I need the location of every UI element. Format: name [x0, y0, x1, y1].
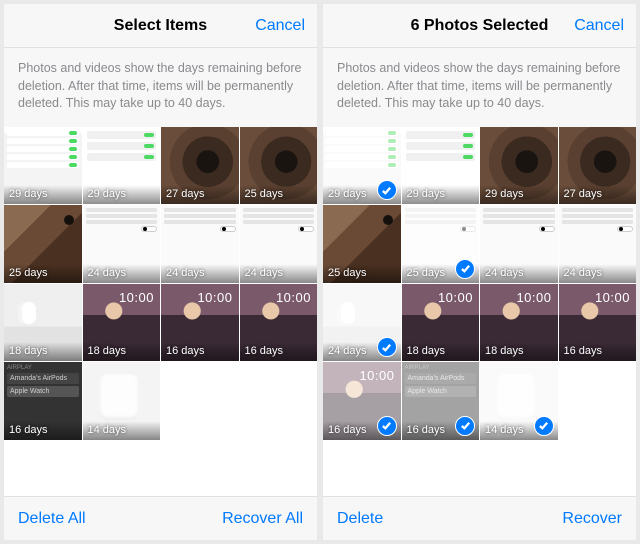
- days-remaining-label: 16 days: [4, 421, 82, 440]
- days-remaining-label: 29 days: [4, 185, 82, 204]
- photo-grid: 29 days29 days27 days25 days25 days24 da…: [4, 127, 317, 440]
- selected-check-icon: [377, 180, 397, 200]
- days-remaining-label: 29 days: [480, 185, 558, 204]
- cancel-button[interactable]: Cancel: [255, 17, 305, 35]
- photo-thumbnail[interactable]: 14 days: [480, 362, 558, 440]
- days-remaining-label: 16 days: [161, 342, 239, 361]
- spacer: [4, 440, 317, 497]
- empty-cell: [161, 362, 239, 440]
- photo-thumbnail[interactable]: 27 days: [559, 127, 637, 205]
- photo-thumbnail[interactable]: 25 days: [240, 127, 318, 205]
- recover-all-button[interactable]: Recover All: [222, 510, 303, 528]
- days-remaining-label: 29 days: [402, 185, 480, 204]
- selected-check-icon: [455, 259, 475, 279]
- photo-thumbnail[interactable]: 24 days: [323, 284, 401, 362]
- photo-thumbnail[interactable]: 24 days: [161, 205, 239, 283]
- photo-thumbnail[interactable]: 24 days: [240, 205, 318, 283]
- photo-thumbnail[interactable]: 24 days: [559, 205, 637, 283]
- photo-thumbnail[interactable]: 27 days: [161, 127, 239, 205]
- photo-thumbnail[interactable]: 29 days: [323, 127, 401, 205]
- days-remaining-label: 27 days: [559, 185, 637, 204]
- toolbar: Delete Recover: [323, 496, 636, 540]
- photo-thumbnail[interactable]: 10:0016 days: [323, 362, 401, 440]
- days-remaining-label: 25 days: [240, 185, 318, 204]
- nav-title: 6 Photos Selected: [411, 17, 549, 35]
- photo-thumbnail[interactable]: 10:0018 days: [83, 284, 161, 362]
- photo-thumbnail[interactable]: 29 days: [4, 127, 82, 205]
- days-remaining-label: 29 days: [83, 185, 161, 204]
- days-remaining-label: 24 days: [480, 264, 558, 283]
- days-remaining-label: 24 days: [161, 264, 239, 283]
- spacer: [323, 440, 636, 497]
- selected-check-icon: [377, 416, 397, 436]
- photo-thumbnail[interactable]: 18 days: [4, 284, 82, 362]
- photo-thumbnail[interactable]: 10:0016 days: [559, 284, 637, 362]
- delete-all-button[interactable]: Delete All: [18, 510, 86, 528]
- info-text: Photos and videos show the days remainin…: [4, 48, 317, 127]
- photo-thumbnail[interactable]: 25 days: [323, 205, 401, 283]
- selected-check-icon: [534, 416, 554, 436]
- info-text: Photos and videos show the days remainin…: [323, 48, 636, 127]
- days-remaining-label: 18 days: [402, 342, 480, 361]
- photo-thumbnail[interactable]: 10:0018 days: [480, 284, 558, 362]
- selected-check-icon: [377, 337, 397, 357]
- photo-thumbnail[interactable]: AIRPLAYAmanda's AirPodsApple Watch16 day…: [402, 362, 480, 440]
- navbar: Select Items Cancel: [4, 4, 317, 48]
- days-remaining-label: 27 days: [161, 185, 239, 204]
- selected-check-icon: [455, 416, 475, 436]
- empty-cell: [240, 362, 318, 440]
- photo-thumbnail[interactable]: 14 days: [83, 362, 161, 440]
- nav-title: Select Items: [114, 17, 207, 35]
- days-remaining-label: 25 days: [323, 264, 401, 283]
- delete-button[interactable]: Delete: [337, 510, 383, 528]
- days-remaining-label: 18 days: [4, 342, 82, 361]
- photo-thumbnail[interactable]: 10:0016 days: [161, 284, 239, 362]
- days-remaining-label: 18 days: [480, 342, 558, 361]
- days-remaining-label: 25 days: [4, 264, 82, 283]
- photo-thumbnail[interactable]: 25 days: [402, 205, 480, 283]
- recover-button[interactable]: Recover: [562, 510, 622, 528]
- photo-thumbnail[interactable]: 25 days: [4, 205, 82, 283]
- photo-thumbnail[interactable]: 24 days: [480, 205, 558, 283]
- cancel-button[interactable]: Cancel: [574, 17, 624, 35]
- days-remaining-label: 16 days: [559, 342, 637, 361]
- days-remaining-label: 24 days: [240, 264, 318, 283]
- phone-right: 6 Photos Selected Cancel Photos and vide…: [323, 4, 636, 540]
- days-remaining-label: 24 days: [559, 264, 637, 283]
- toolbar: Delete All Recover All: [4, 496, 317, 540]
- days-remaining-label: 18 days: [83, 342, 161, 361]
- photo-thumbnail[interactable]: AIRPLAYAmanda's AirPodsApple Watch16 day…: [4, 362, 82, 440]
- days-remaining-label: 14 days: [83, 421, 161, 440]
- days-remaining-label: 24 days: [83, 264, 161, 283]
- days-remaining-label: 16 days: [240, 342, 318, 361]
- photo-thumbnail[interactable]: 10:0018 days: [402, 284, 480, 362]
- photo-thumbnail[interactable]: 29 days: [83, 127, 161, 205]
- photo-grid: 29 days29 days29 days27 days25 days25 da…: [323, 127, 636, 440]
- phone-left: Select Items Cancel Photos and videos sh…: [4, 4, 317, 540]
- photo-thumbnail[interactable]: 29 days: [402, 127, 480, 205]
- photo-thumbnail[interactable]: 10:0016 days: [240, 284, 318, 362]
- empty-cell: [559, 362, 637, 440]
- photo-thumbnail[interactable]: 24 days: [83, 205, 161, 283]
- navbar: 6 Photos Selected Cancel: [323, 4, 636, 48]
- photo-thumbnail[interactable]: 29 days: [480, 127, 558, 205]
